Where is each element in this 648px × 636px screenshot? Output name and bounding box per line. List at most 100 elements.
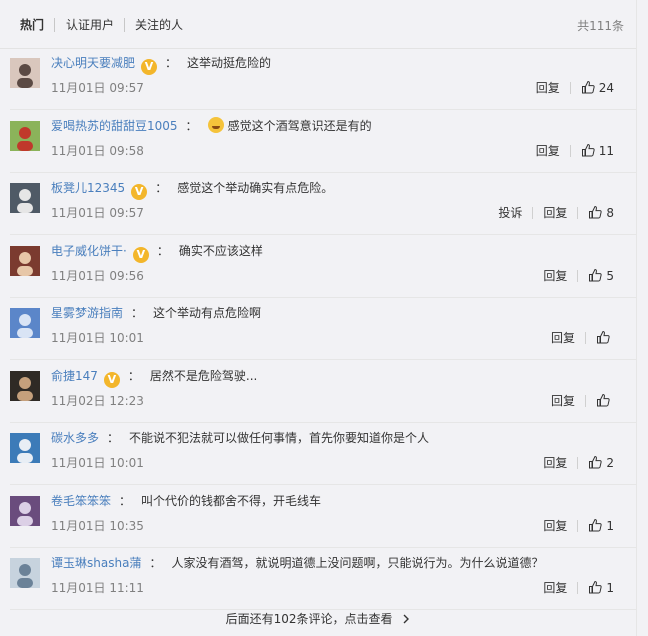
comment-actions: 回复 5 bbox=[543, 267, 614, 285]
comment-item: 卷毛笨笨笨：叫个代价的钱都舍不得，开毛线车 11月01日 10:35 回复 1 bbox=[10, 486, 636, 548]
reply-button[interactable]: 回复 bbox=[543, 204, 567, 222]
tab-divider bbox=[124, 18, 125, 32]
load-more-link[interactable]: 后面还有102条评论，点击查看 bbox=[226, 612, 393, 626]
comment-time: 11月01日 10:35 bbox=[51, 518, 144, 533]
comment-time: 11月01日 10:01 bbox=[51, 331, 144, 345]
comment-actions: 回复 24 bbox=[536, 79, 614, 97]
reply-button[interactable]: 回复 bbox=[551, 329, 575, 347]
comment-text: 人家没有酒驾，就说明道德上没问题啊，只能说行为。为什么说道德？ bbox=[171, 556, 544, 570]
report-button[interactable]: 投诉 bbox=[498, 204, 522, 222]
like-button[interactable] bbox=[596, 392, 614, 410]
comment-item: 碳水多多：不能说不犯法就可以做任何事情，首先你要知道你是个人 11月01日 10:… bbox=[10, 423, 636, 485]
avatar[interactable] bbox=[10, 58, 40, 88]
comment-username[interactable]: 板凳儿12345 bbox=[51, 181, 125, 195]
avatar[interactable] bbox=[10, 370, 40, 401]
thumbs-up-icon bbox=[588, 205, 603, 220]
avatar[interactable] bbox=[10, 120, 40, 151]
comment-text: 感觉这个酒驾意识还是有的 bbox=[227, 118, 372, 133]
reply-button[interactable]: 回复 bbox=[536, 142, 560, 160]
avatar[interactable] bbox=[10, 308, 40, 338]
reply-button[interactable]: 回复 bbox=[551, 392, 575, 410]
comment-username[interactable]: 决心明天要减肥 bbox=[51, 56, 135, 70]
comment-text: 这举动挺危险的 bbox=[187, 56, 272, 70]
thumbs-up-icon bbox=[588, 268, 603, 283]
comment-tabs: 热门 认证用户 关注的人 共111条 bbox=[0, 0, 636, 49]
comment-username[interactable]: 碳水多多 bbox=[51, 431, 99, 445]
comment-actions: 回复 1 bbox=[543, 579, 614, 597]
comment-actions: 回复 bbox=[551, 392, 614, 410]
tab-hot[interactable]: 热门 bbox=[20, 17, 44, 33]
comment-item: 板凳儿12345 V：感觉这个举动确实有点危险。 11月01日 09:57 投诉 回复 8 bbox=[10, 173, 636, 235]
like-count: 8 bbox=[606, 206, 614, 220]
tab-following[interactable]: 关注的人 bbox=[135, 17, 183, 33]
thumbs-up-icon bbox=[588, 518, 603, 533]
verified-badge-icon: V bbox=[131, 184, 148, 200]
comment-item: 俞捷147 V：居然不是危险驾驶... 11月02日 12:23 回复 bbox=[10, 361, 636, 423]
avatar[interactable] bbox=[10, 183, 40, 213]
thumbs-up-icon bbox=[581, 80, 595, 95]
like-button[interactable]: 5 bbox=[588, 267, 614, 285]
comment-actions: 回复 2 bbox=[543, 454, 614, 472]
comment-text: 不能说不犯法就可以做任何事情，首先你要知道你是个人 bbox=[129, 431, 430, 445]
like-button[interactable]: 8 bbox=[588, 204, 614, 222]
comment-item: 爱喝热苏的甜甜豆1005：感觉这个酒驾意识还是有的 11月01日 09:58 回复 1… bbox=[10, 111, 636, 173]
comment-time: 11月01日 11:11 bbox=[51, 581, 144, 595]
comment-username[interactable]: 谭玉琳shasha蒲 bbox=[51, 556, 141, 570]
avatar[interactable] bbox=[10, 495, 40, 526]
comment-time: 11月01日 10:01 bbox=[51, 456, 144, 470]
thumbs-up-icon bbox=[588, 580, 603, 595]
like-count: 1 bbox=[606, 581, 614, 595]
like-count: 11 bbox=[598, 143, 614, 158]
verified-badge-icon: V bbox=[103, 371, 120, 388]
comment-text: 这个举动有点危险啊 bbox=[153, 306, 262, 320]
comment-username[interactable]: 星雾梦游指南 bbox=[51, 306, 123, 320]
comment-item: 决心明天要减肥 V：这举动挺危险的 11月01日 09:57 回复 24 bbox=[10, 48, 636, 110]
load-more-bar[interactable]: 后面还有102条评论，点击查看 bbox=[0, 602, 636, 636]
reply-button[interactable]: 回复 bbox=[543, 267, 567, 285]
comment-panel: 热门 认证用户 关注的人 共111条 决心明天要减肥 V：这举动挺危险的 11月01… bbox=[0, 0, 636, 636]
tab-verified-users[interactable]: 认证用户 bbox=[66, 17, 114, 33]
tab-divider bbox=[54, 18, 55, 32]
like-button[interactable]: 11 bbox=[581, 142, 614, 160]
reply-button[interactable]: 回复 bbox=[543, 454, 567, 472]
reply-button[interactable]: 回复 bbox=[543, 579, 567, 597]
comment-text: 感觉这个举动确实有点危险。 bbox=[177, 181, 334, 195]
comment-time: 11月01日 09:58 bbox=[51, 143, 144, 158]
laugh-cry-icon bbox=[207, 116, 224, 133]
comment-time: 11月01日 09:57 bbox=[51, 81, 144, 95]
chevron-right-icon bbox=[396, 612, 410, 626]
comment-username[interactable]: 电子威化饼干· bbox=[51, 244, 127, 258]
avatar[interactable] bbox=[10, 433, 40, 463]
reply-button[interactable]: 回复 bbox=[536, 79, 560, 97]
verified-badge-icon: V bbox=[132, 246, 149, 263]
reply-button[interactable]: 回复 bbox=[543, 517, 567, 535]
comment-actions: 回复 bbox=[551, 329, 614, 347]
like-button[interactable]: 2 bbox=[588, 454, 614, 472]
comment-item: 电子威化饼干· V：确实不应该这样 11月01日 09:56 回复 5 bbox=[10, 236, 636, 298]
comment-time: 11月01日 09:56 bbox=[51, 268, 144, 283]
panel-border bbox=[636, 0, 637, 636]
comment-text: 确实不应该这样 bbox=[178, 243, 263, 258]
comment-time: 11月01日 09:57 bbox=[51, 206, 144, 220]
like-button[interactable]: 1 bbox=[588, 579, 614, 597]
thumbs-up-icon bbox=[596, 330, 610, 345]
thumbs-up-icon bbox=[596, 393, 610, 408]
like-button[interactable] bbox=[596, 329, 614, 347]
like-count: 24 bbox=[598, 81, 614, 95]
comment-username[interactable]: 俞捷147 bbox=[51, 369, 98, 383]
comment-time: 11月02日 12:23 bbox=[51, 393, 144, 408]
thumbs-up-icon bbox=[581, 143, 595, 158]
avatar[interactable] bbox=[10, 558, 40, 588]
comment-item: 谭玉琳shasha蒲：人家没有酒驾，就说明道德上没问题啊，只能说行为。为什么说道… bbox=[10, 548, 636, 610]
comment-username[interactable]: 卷毛笨笨笨 bbox=[51, 494, 111, 508]
thumbs-up-icon bbox=[588, 455, 603, 470]
comment-actions: 回复 11 bbox=[536, 142, 614, 160]
comment-username[interactable]: 爱喝热苏的甜甜豆1005 bbox=[51, 119, 178, 133]
like-count: 1 bbox=[606, 518, 614, 533]
like-count: 5 bbox=[606, 268, 614, 283]
like-button[interactable]: 24 bbox=[581, 79, 614, 97]
comment-text: 居然不是危险驾驶... bbox=[149, 368, 258, 383]
avatar[interactable] bbox=[10, 245, 40, 276]
verified-badge-icon: V bbox=[141, 59, 158, 75]
like-button[interactable]: 1 bbox=[588, 517, 614, 535]
